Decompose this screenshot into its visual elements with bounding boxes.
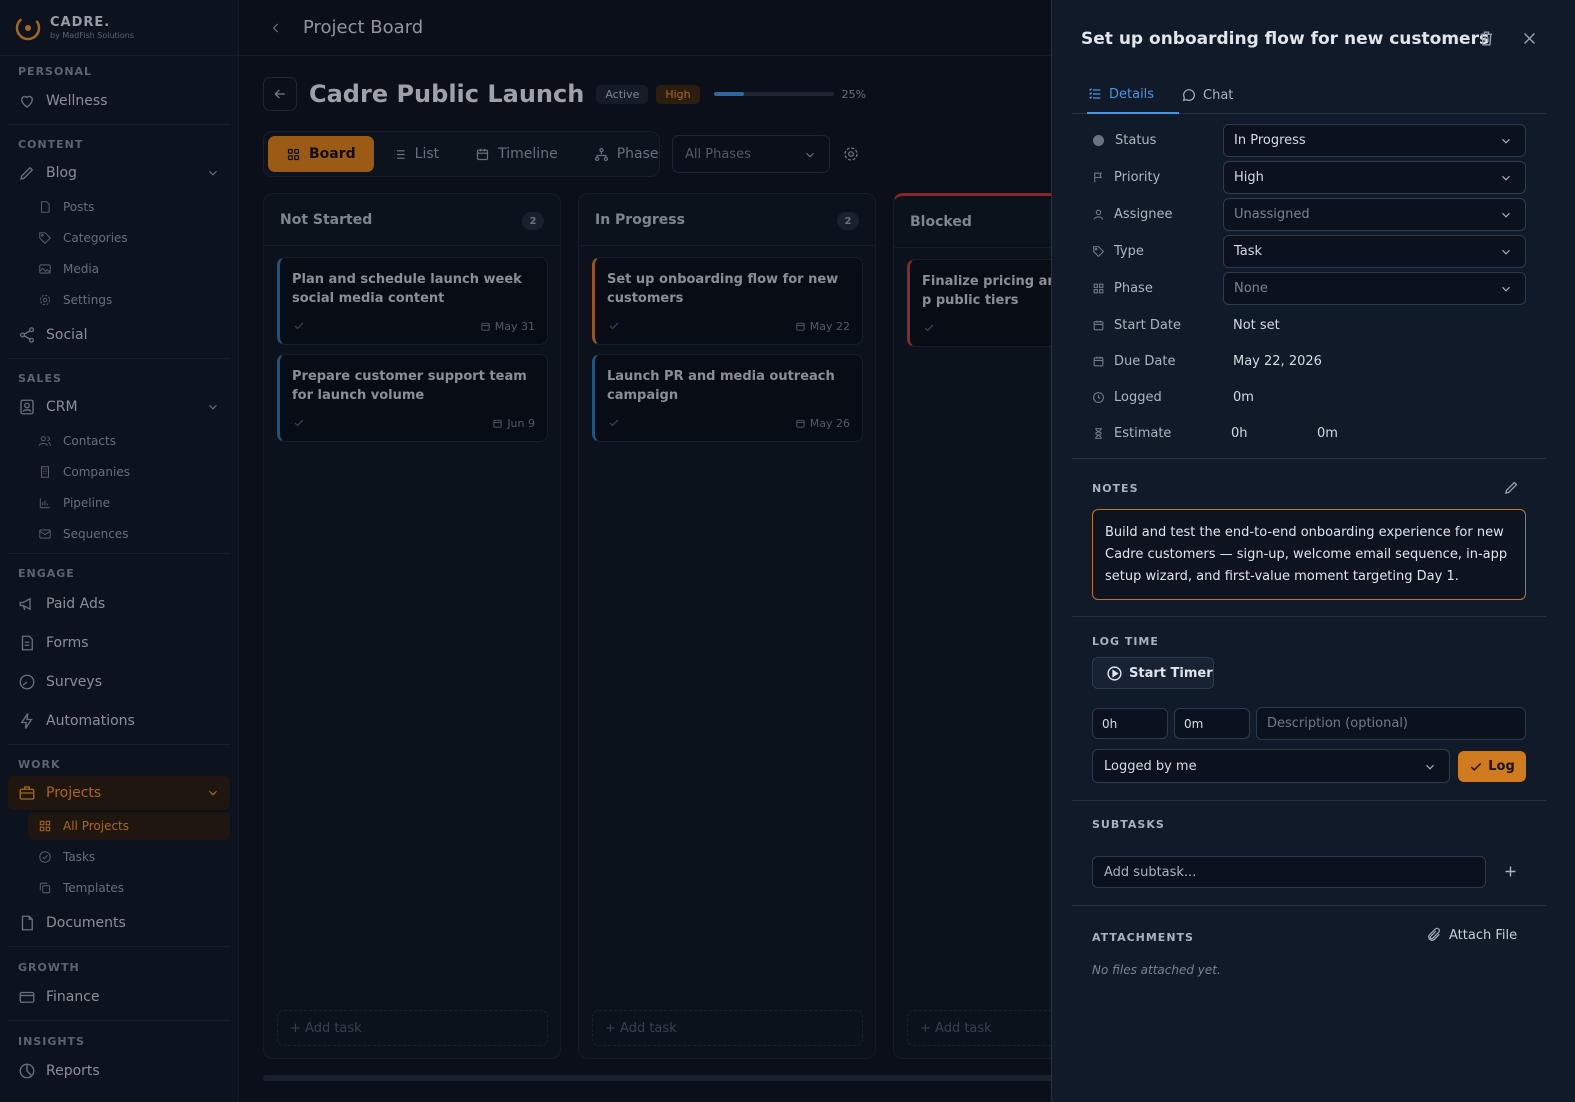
user-icon	[1093, 209, 1104, 220]
chevron-down-icon	[1502, 138, 1510, 144]
status-dot-icon	[1093, 135, 1104, 146]
due-date-value[interactable]: May 22, 2026	[1233, 354, 1322, 369]
tab-details[interactable]: Details	[1087, 76, 1179, 114]
field-type: Type Task	[1092, 235, 1526, 268]
clock-icon	[1093, 392, 1104, 403]
select-value: None	[1234, 281, 1268, 296]
assignee-select[interactable]: Unassigned	[1223, 198, 1526, 231]
priority-select[interactable]: High	[1223, 161, 1526, 194]
field-logged: Logged 0m	[1092, 381, 1526, 414]
drawer-tabs: Details Chat	[1072, 76, 1546, 114]
button-label: Attach File	[1449, 927, 1518, 943]
plus-icon[interactable]	[1502, 863, 1519, 880]
select-value: Task	[1234, 244, 1263, 259]
logged-by-select[interactable]: Logged by me	[1092, 749, 1450, 783]
select-value: High	[1234, 170, 1264, 185]
field-label: Estimate	[1114, 426, 1172, 441]
field-assignee: Assignee Unassigned	[1092, 198, 1526, 231]
list-details-icon	[1089, 88, 1101, 99]
field-estimate: Estimate 0h 0m	[1092, 417, 1526, 450]
attach-file-button[interactable]: Attach File	[1426, 927, 1517, 943]
start-timer-button[interactable]: Start Timer	[1092, 657, 1214, 689]
close-icon[interactable]	[1521, 30, 1538, 47]
divider	[1072, 905, 1546, 906]
field-due-date: Due Date May 22, 2026	[1092, 345, 1526, 378]
field-start-date: Start Date Not set	[1092, 309, 1526, 342]
button-label: Log	[1488, 759, 1515, 774]
select-value: Logged by me	[1104, 758, 1197, 774]
check-icon	[1471, 762, 1482, 771]
subtasks-heading: SUBTASKS	[1092, 818, 1165, 831]
add-subtask-input[interactable]: Add subtask...	[1092, 856, 1486, 888]
field-label: Status	[1115, 133, 1157, 148]
chevron-down-icon	[1502, 249, 1510, 255]
calendar-icon	[1093, 356, 1104, 367]
field-label: Phase	[1114, 281, 1153, 296]
log-button[interactable]: Log	[1458, 751, 1526, 782]
divider	[1072, 616, 1546, 617]
notes-heading: NOTES	[1092, 482, 1139, 495]
log-hours-input[interactable]: 0h	[1092, 708, 1168, 739]
select-value: Unassigned	[1234, 207, 1310, 222]
field-label: Assignee	[1114, 207, 1173, 222]
log-description-input[interactable]: Description (optional)	[1256, 707, 1526, 740]
tab-label: Chat	[1203, 87, 1234, 103]
field-priority: Priority High	[1092, 161, 1526, 194]
field-label: Logged	[1114, 390, 1162, 405]
attachments-heading: ATTACHMENTS	[1092, 931, 1194, 944]
status-select[interactable]: In Progress	[1223, 124, 1526, 157]
estimate-hours-input[interactable]: 0h	[1231, 426, 1248, 441]
field-label: Priority	[1114, 170, 1161, 185]
modal-backdrop[interactable]	[0, 0, 1051, 1102]
paperclip-icon	[1428, 927, 1440, 941]
logged-value: 0m	[1233, 390, 1254, 405]
type-select[interactable]: Task	[1223, 235, 1526, 268]
task-detail-drawer: Set up onboarding flow for new customers…	[1051, 0, 1575, 1102]
chevron-down-icon	[1502, 286, 1510, 292]
tab-label: Details	[1109, 86, 1155, 102]
play-circle-icon	[1107, 665, 1122, 681]
chevron-down-icon	[1502, 212, 1510, 218]
notes-text[interactable]: Build and test the end-to-end onboarding…	[1092, 509, 1526, 600]
field-phase: Phase None	[1092, 272, 1526, 305]
start-date-value[interactable]: Not set	[1233, 318, 1280, 333]
button-label: Start Timer	[1129, 665, 1213, 681]
chat-bubble-icon	[1182, 89, 1195, 102]
field-label: Due Date	[1114, 354, 1176, 369]
grid-icon	[1093, 283, 1104, 294]
flag-icon	[1094, 172, 1103, 183]
attachments-empty-text: No files attached yet.	[1092, 963, 1221, 977]
app-root: CADRE. by MadFish Solutions PERSONAL Wel…	[0, 0, 1575, 1102]
edit-pencil-icon[interactable]	[1503, 479, 1520, 496]
select-value: In Progress	[1234, 133, 1306, 148]
divider	[1072, 800, 1546, 801]
chevron-down-icon	[1502, 175, 1510, 181]
calendar-icon	[1093, 320, 1104, 331]
phase-select[interactable]: None	[1223, 272, 1526, 305]
estimate-minutes-input[interactable]: 0m	[1317, 426, 1338, 441]
log-time-heading: LOG TIME	[1092, 635, 1159, 648]
chevron-down-icon	[1426, 764, 1434, 770]
field-status: Status In Progress	[1092, 124, 1526, 157]
field-label: Type	[1114, 244, 1144, 259]
divider	[1072, 458, 1546, 459]
field-label: Start Date	[1114, 318, 1181, 333]
hourglass-icon	[1095, 428, 1102, 439]
log-minutes-input[interactable]: 0m	[1174, 708, 1250, 739]
tab-chat[interactable]: Chat	[1181, 76, 1233, 114]
tag-icon	[1093, 246, 1105, 258]
drawer-title: Set up onboarding flow for new customers	[1081, 29, 1490, 49]
trash-icon[interactable]	[1478, 30, 1495, 47]
